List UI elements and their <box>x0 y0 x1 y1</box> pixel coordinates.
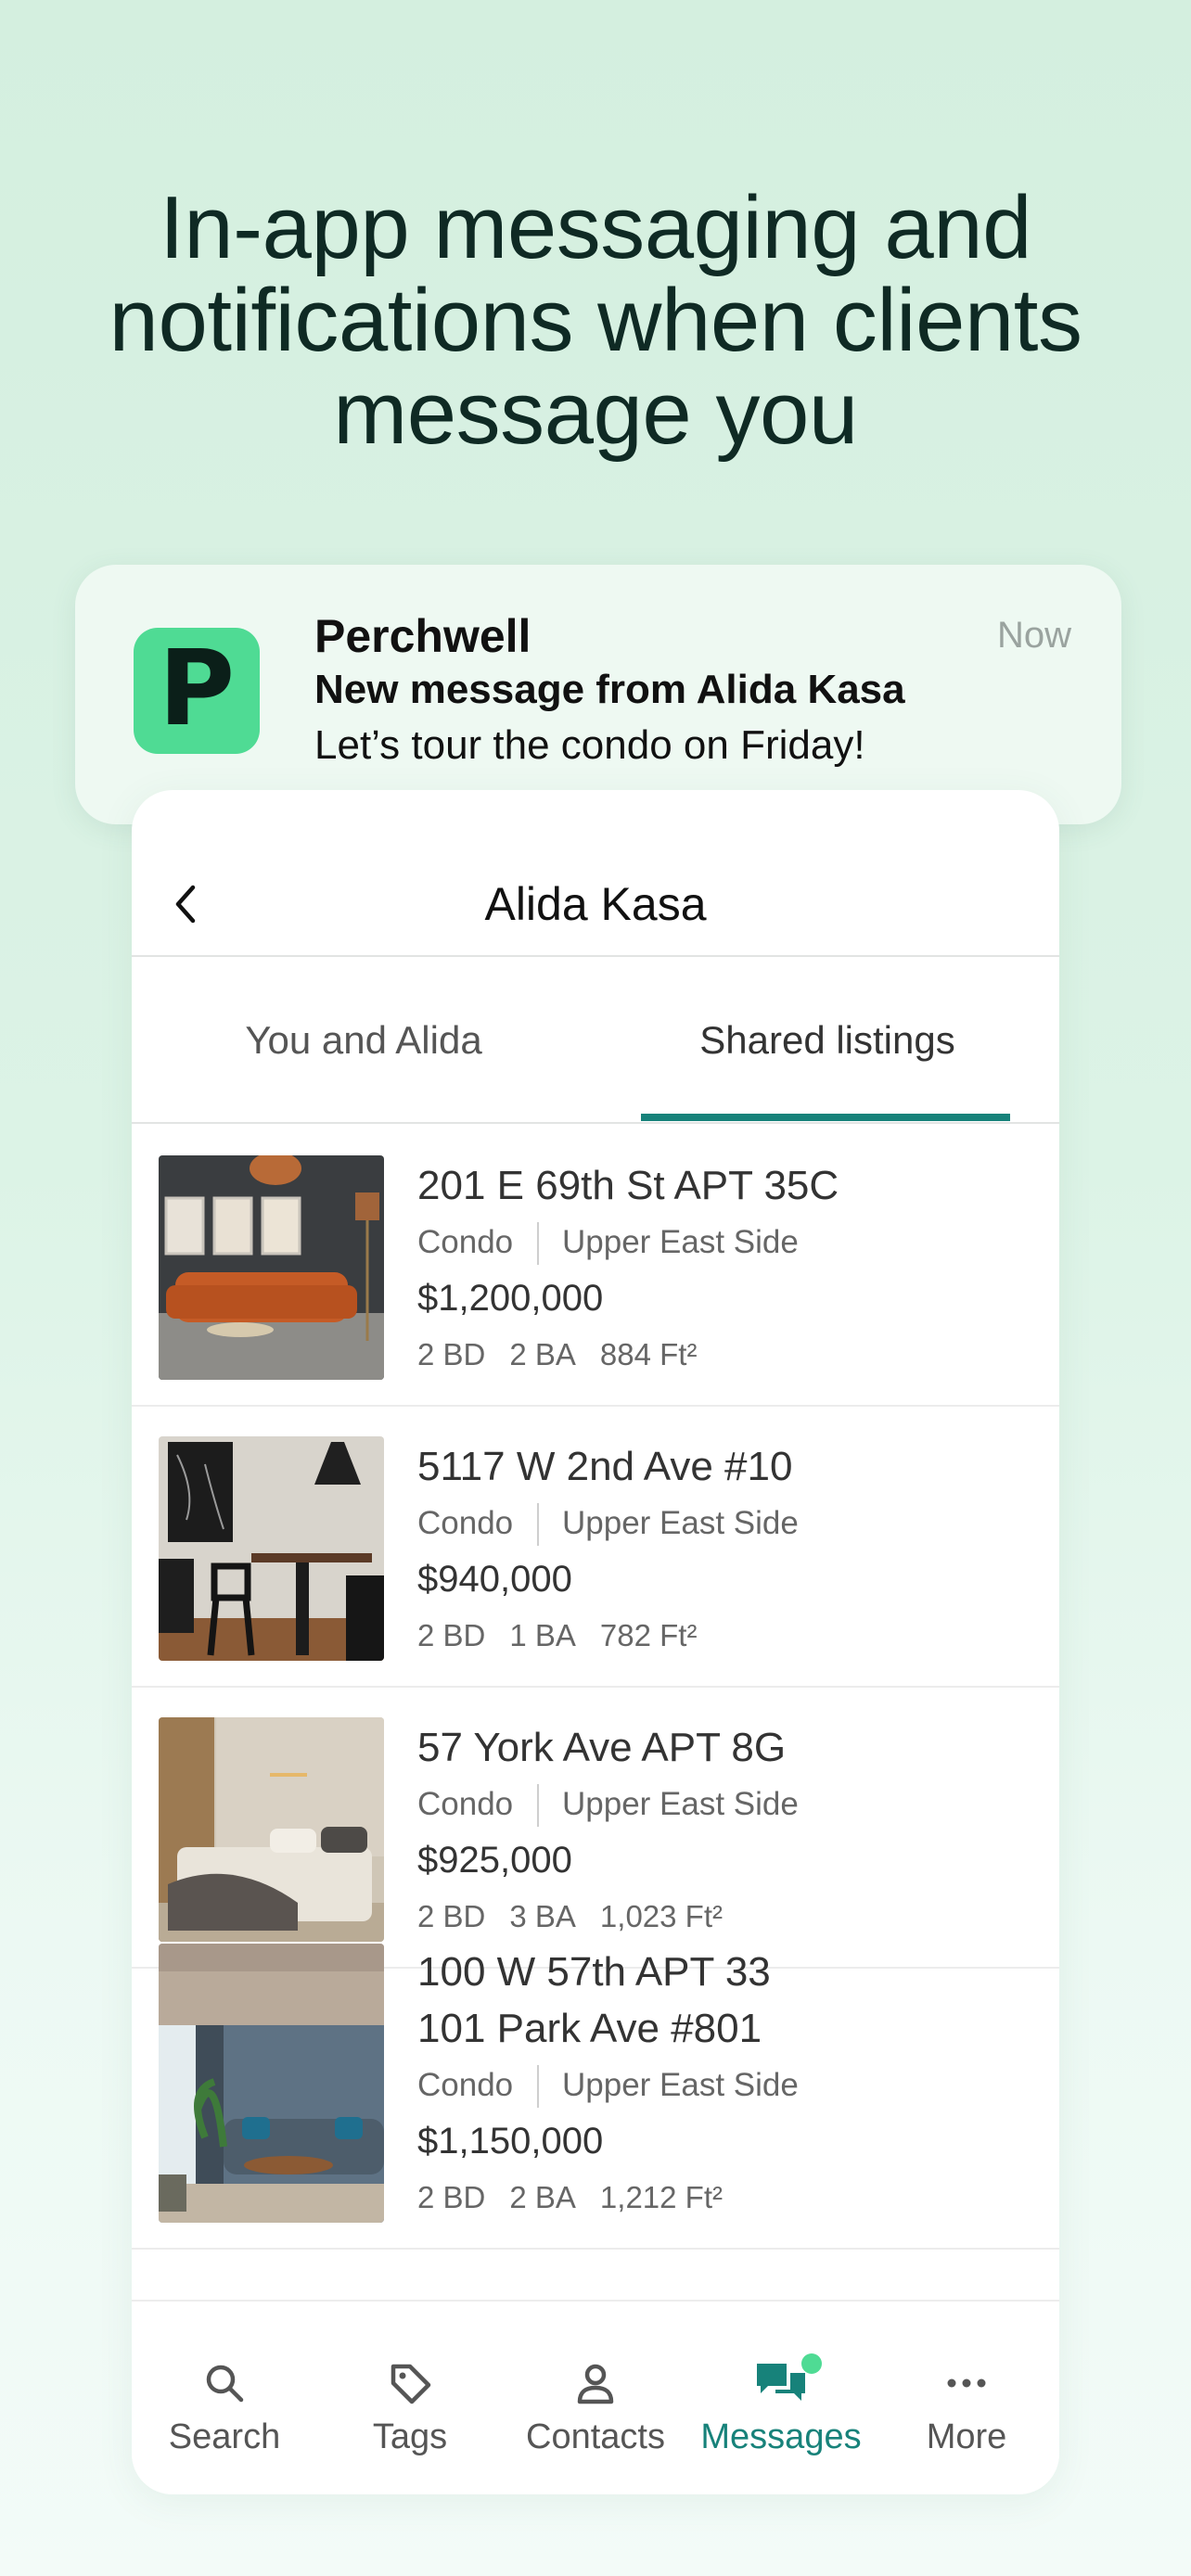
listing-address: 100 W 57th APT 33 <box>417 1949 771 1995</box>
listing-photo <box>159 1998 384 2223</box>
listing-area: 884 Ft² <box>599 1337 698 1371</box>
chat-title: Alida Kasa <box>484 878 707 930</box>
listing-divider <box>537 1222 539 1265</box>
notification-app-name: Perchwell <box>314 610 531 662</box>
listing-baths: 2 BA <box>509 2180 576 2214</box>
nav-tags[interactable]: Tags <box>317 2302 503 2494</box>
chat-header: Alida Kasa <box>132 790 1059 957</box>
tag-icon <box>391 2364 431 2404</box>
listing-photo <box>159 1155 384 1380</box>
tab-shared-listings[interactable]: Shared listings <box>596 957 1059 1124</box>
listing-photo <box>159 1717 384 1942</box>
listing-price: $940,000 <box>417 1559 572 1600</box>
person-icon <box>577 2364 614 2404</box>
listing-type: Condo <box>417 1786 514 1822</box>
listing-specs: 2 BD 2 BA 884 Ft² <box>417 1337 721 1372</box>
nav-label: More <box>926 2417 1007 2456</box>
listing-address: 57 York Ave APT 8G <box>417 1725 787 1770</box>
listing-address: 5117 W 2nd Ave #10 <box>417 1444 793 1489</box>
listing-beds: 2 BD <box>417 2180 486 2214</box>
listing-item-partial[interactable]: 100 W 57th APT 33 <box>132 1914 1059 2025</box>
listing-list: 201 E 69th St APT 35C Condo Upper East S… <box>132 1126 1059 2250</box>
nav-messages[interactable]: Messages <box>688 2302 874 2494</box>
listing-beds: 2 BD <box>417 1618 486 1652</box>
notification-time: Now <box>996 615 1071 656</box>
listing-photo <box>159 1436 384 1661</box>
headline-line-3: message you <box>333 363 858 463</box>
listing-neighborhood: Upper East Side <box>562 2067 799 2103</box>
notification-title: New message from Alida Kasa <box>314 667 905 712</box>
page-headline: In-app messaging and notifications when … <box>0 182 1191 460</box>
listing-area: 1,212 Ft² <box>599 2180 723 2214</box>
chat-tabs: You and Alida Shared listings <box>132 957 1059 1124</box>
listing-neighborhood: Upper East Side <box>562 1505 799 1541</box>
listing-address: 201 E 69th St APT 35C <box>417 1163 839 1208</box>
headline-line-2: notifications when clients <box>109 271 1082 370</box>
listing-type: Condo <box>417 1505 514 1541</box>
perchwell-logo: P <box>134 628 260 754</box>
listing-beds: 2 BD <box>417 1337 486 1371</box>
listing-area: 782 Ft² <box>599 1618 698 1652</box>
notification-body: Let’s tour the condo on Friday! <box>314 722 865 768</box>
listing-item[interactable]: 5117 W 2nd Ave #10 Condo Upper East Side… <box>132 1407 1059 1688</box>
logo-letter: P <box>158 629 236 749</box>
listing-neighborhood: Upper East Side <box>562 1224 799 1260</box>
listing-neighborhood: Upper East Side <box>562 1786 799 1822</box>
active-tab-indicator <box>641 1114 1010 1121</box>
unread-dot <box>801 2353 822 2374</box>
push-notification[interactable]: P Perchwell Now New message from Alida K… <box>75 565 1121 824</box>
nav-more[interactable]: More <box>874 2302 1059 2494</box>
listing-specs: 2 BD 1 BA 782 Ft² <box>417 1618 721 1653</box>
nav-contacts[interactable]: Contacts <box>503 2302 688 2494</box>
chat-panel: Alida Kasa You and Alida Shared listings <box>132 790 1059 2494</box>
nav-label: Contacts <box>526 2417 665 2456</box>
listing-baths: 2 BA <box>509 1337 576 1371</box>
listing-price: $1,200,000 <box>417 1278 604 1319</box>
listing-baths: 1 BA <box>509 1618 576 1652</box>
bottom-nav: Search Tags Contacts Messages More <box>132 2300 1059 2494</box>
listing-type: Condo <box>417 1224 514 1260</box>
nav-label: Tags <box>372 2417 448 2456</box>
listing-type: Condo <box>417 2067 514 2103</box>
listing-divider <box>537 1784 539 1827</box>
nav-search[interactable]: Search <box>132 2302 317 2494</box>
listing-divider <box>537 1503 539 1546</box>
listing-specs: 2 BD 2 BA 1,212 Ft² <box>417 2180 747 2215</box>
listing-price: $925,000 <box>417 1840 572 1881</box>
listing-photo <box>159 1944 384 2025</box>
listing-divider <box>537 2065 539 2108</box>
nav-label: Search <box>168 2417 281 2456</box>
chat-icon <box>757 2364 805 2401</box>
tab-you-and-alida[interactable]: You and Alida <box>132 957 596 1124</box>
search-icon <box>206 2365 244 2403</box>
listing-item[interactable]: 201 E 69th St APT 35C Condo Upper East S… <box>132 1126 1059 1407</box>
nav-label: Messages <box>700 2417 862 2456</box>
headline-line-1: In-app messaging and <box>160 178 1031 277</box>
listing-price: $1,150,000 <box>417 2121 604 2162</box>
more-dots-icon <box>947 2378 986 2388</box>
